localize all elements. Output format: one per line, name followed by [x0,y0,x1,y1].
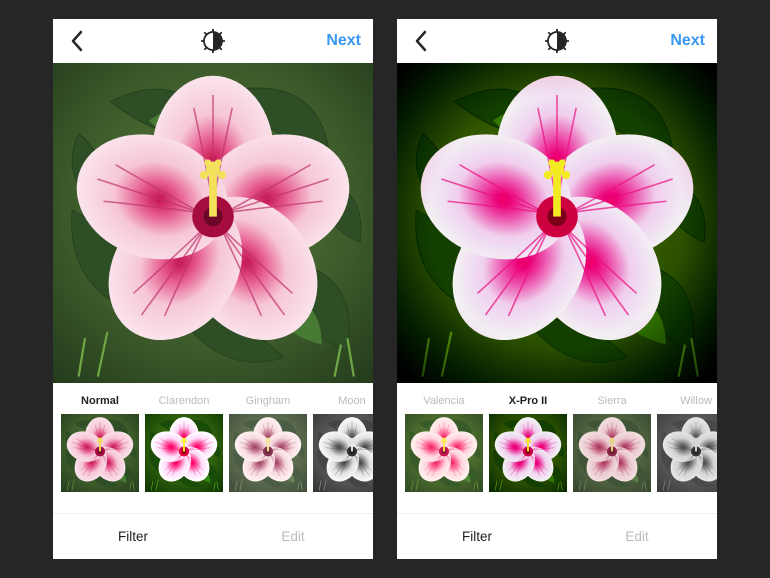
filter-thumb-image [313,414,373,492]
photo-preview[interactable] [53,63,373,383]
filter-thumb-label: Normal [81,395,119,408]
tab-edit[interactable]: Edit [213,529,373,544]
nav-bar: Next [53,19,373,63]
tab-filter[interactable]: Filter [397,529,557,544]
filter-thumb-image [229,414,307,492]
tab-filter[interactable]: Filter [53,529,213,544]
filter-thumb-label: Gingham [246,395,291,408]
filter-thumb-image [61,414,139,492]
bottom-tabs: Filter Edit [53,513,373,559]
filter-thumb-image [145,414,223,492]
next-button[interactable]: Next [326,32,361,50]
next-button[interactable]: Next [670,32,705,50]
filter-thumb-image [489,414,567,492]
filter-thumb-label: Moon [338,395,366,408]
filter-thumb[interactable]: X-Pro II [489,395,567,492]
filter-thumb[interactable]: Clarendon [145,395,223,492]
filter-thumb-label: Clarendon [159,395,210,408]
filter-strip: Normal [53,383,373,559]
filter-thumbs[interactable]: Valencia [397,395,717,492]
bottom-tabs: Filter Edit [397,513,717,559]
tab-edit[interactable]: Edit [557,529,717,544]
filter-thumb[interactable]: Moon [313,395,373,492]
filter-strip: Valencia [397,383,717,559]
filter-thumb-label: Sierra [597,395,626,408]
filter-thumb-label: Willow [680,395,712,408]
filter-thumb[interactable]: Valencia [405,395,483,492]
sun-icon[interactable] [545,29,569,53]
filter-thumb[interactable]: Willow [657,395,717,492]
filter-thumb[interactable]: Sierra [573,395,651,492]
filter-thumb-image [405,414,483,492]
filter-thumbs[interactable]: Normal [53,395,373,492]
screen-right: Next [397,19,717,559]
sun-icon[interactable] [201,29,225,53]
photo-preview[interactable] [397,63,717,383]
nav-bar: Next [397,19,717,63]
screen-left: Next [53,19,373,559]
filter-thumb-image [657,414,717,492]
filter-thumb[interactable]: Gingham [229,395,307,492]
back-button[interactable] [409,29,433,53]
filter-thumb-label: X-Pro II [509,395,548,408]
filter-thumb-label: Valencia [423,395,464,408]
back-button[interactable] [65,29,89,53]
filter-thumb-image [573,414,651,492]
filter-thumb[interactable]: Normal [61,395,139,492]
